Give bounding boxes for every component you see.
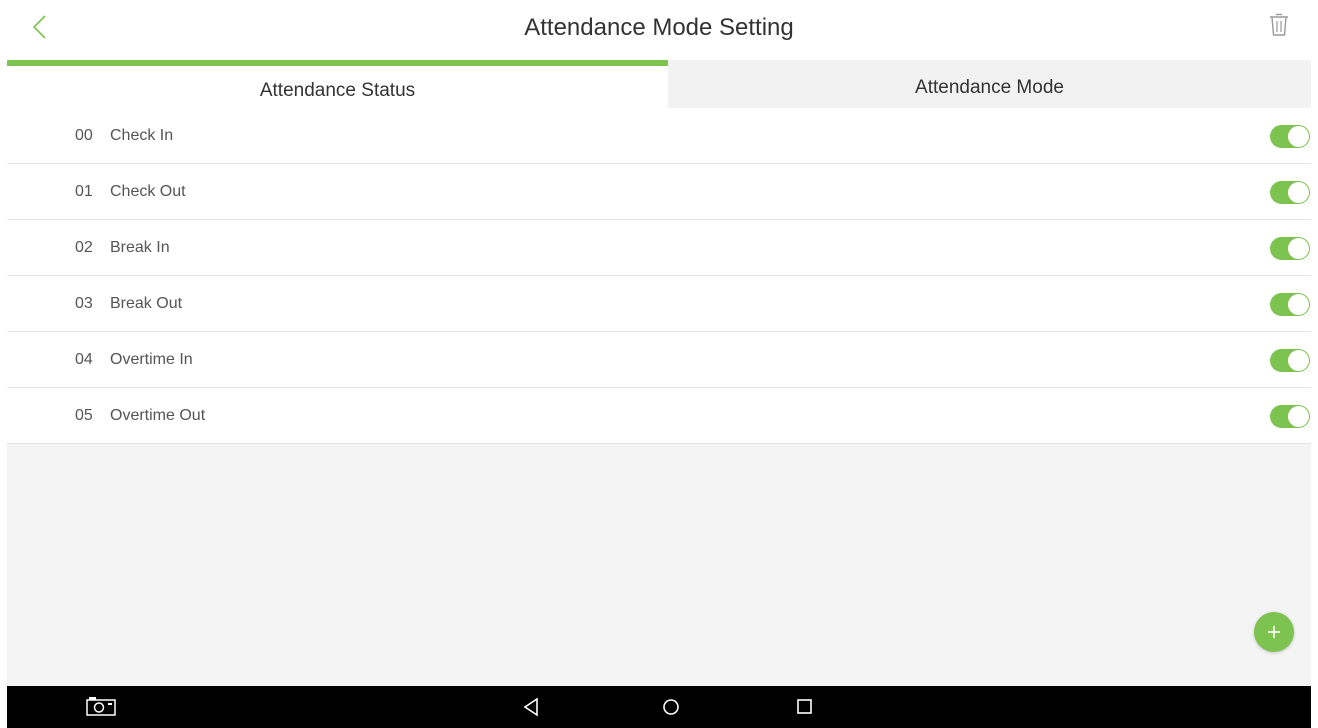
tab-attendance-status[interactable]: Attendance Status: [7, 60, 668, 108]
recents-square-icon: [797, 699, 812, 714]
delete-button[interactable]: [1267, 12, 1291, 40]
status-label: Check Out: [110, 183, 186, 200]
plus-icon: [1268, 626, 1280, 638]
status-code: 05: [75, 407, 93, 424]
system-nav-bar: [7, 686, 1311, 728]
toggle-knob: [1288, 294, 1309, 315]
list-item[interactable]: 01 Check Out: [7, 164, 1311, 220]
status-label: Overtime In: [110, 351, 193, 368]
back-triangle-icon: [523, 697, 538, 717]
tab-bar: Attendance Status Attendance Mode: [7, 60, 1311, 108]
status-label: Check In: [110, 127, 174, 144]
empty-area: [7, 444, 1311, 686]
trash-icon: [1270, 13, 1288, 36]
list-item[interactable]: 02 Break In: [7, 220, 1311, 276]
add-status-button[interactable]: [1254, 612, 1294, 652]
top-bar: Attendance Mode Setting: [7, 0, 1311, 60]
app-frame: Attendance Mode Setting Attendance Statu…: [7, 0, 1311, 728]
status-toggle[interactable]: [1270, 405, 1310, 428]
status-toggle[interactable]: [1270, 125, 1310, 148]
list-item[interactable]: 04 Overtime In: [7, 332, 1311, 388]
list-item[interactable]: 05 Overtime Out: [7, 388, 1311, 444]
status-list: 00 Check In 01 Check Out 02 Break In 03 …: [7, 108, 1311, 444]
toggle-knob: [1288, 350, 1309, 371]
status-label: Break In: [110, 239, 170, 256]
status-toggle[interactable]: [1270, 293, 1310, 316]
status-toggle[interactable]: [1270, 181, 1310, 204]
status-label: Overtime Out: [110, 407, 206, 424]
home-circle-icon: [663, 699, 679, 715]
nav-back-button[interactable]: [519, 695, 545, 719]
status-code: 02: [75, 239, 93, 256]
status-toggle[interactable]: [1270, 237, 1310, 260]
status-code: 04: [75, 351, 93, 368]
status-toggle[interactable]: [1270, 349, 1310, 372]
toggle-knob: [1288, 182, 1309, 203]
status-label: Break Out: [110, 295, 183, 312]
screenshot-button[interactable]: [85, 695, 116, 719]
toggle-knob: [1288, 406, 1309, 427]
toggle-knob: [1288, 126, 1309, 147]
nav-home-button[interactable]: [658, 695, 684, 719]
tab-attendance-mode[interactable]: Attendance Mode: [668, 60, 1311, 108]
toggle-knob: [1288, 238, 1309, 259]
list-item[interactable]: 00 Check In: [7, 108, 1311, 164]
nav-recents-button[interactable]: [791, 695, 817, 719]
status-code: 00: [75, 127, 93, 144]
status-code: 01: [75, 183, 93, 200]
screenshot-icon: [86, 697, 116, 716]
list-item[interactable]: 03 Break Out: [7, 276, 1311, 332]
status-code: 03: [75, 295, 93, 312]
page-title: Attendance Mode Setting: [524, 14, 794, 41]
